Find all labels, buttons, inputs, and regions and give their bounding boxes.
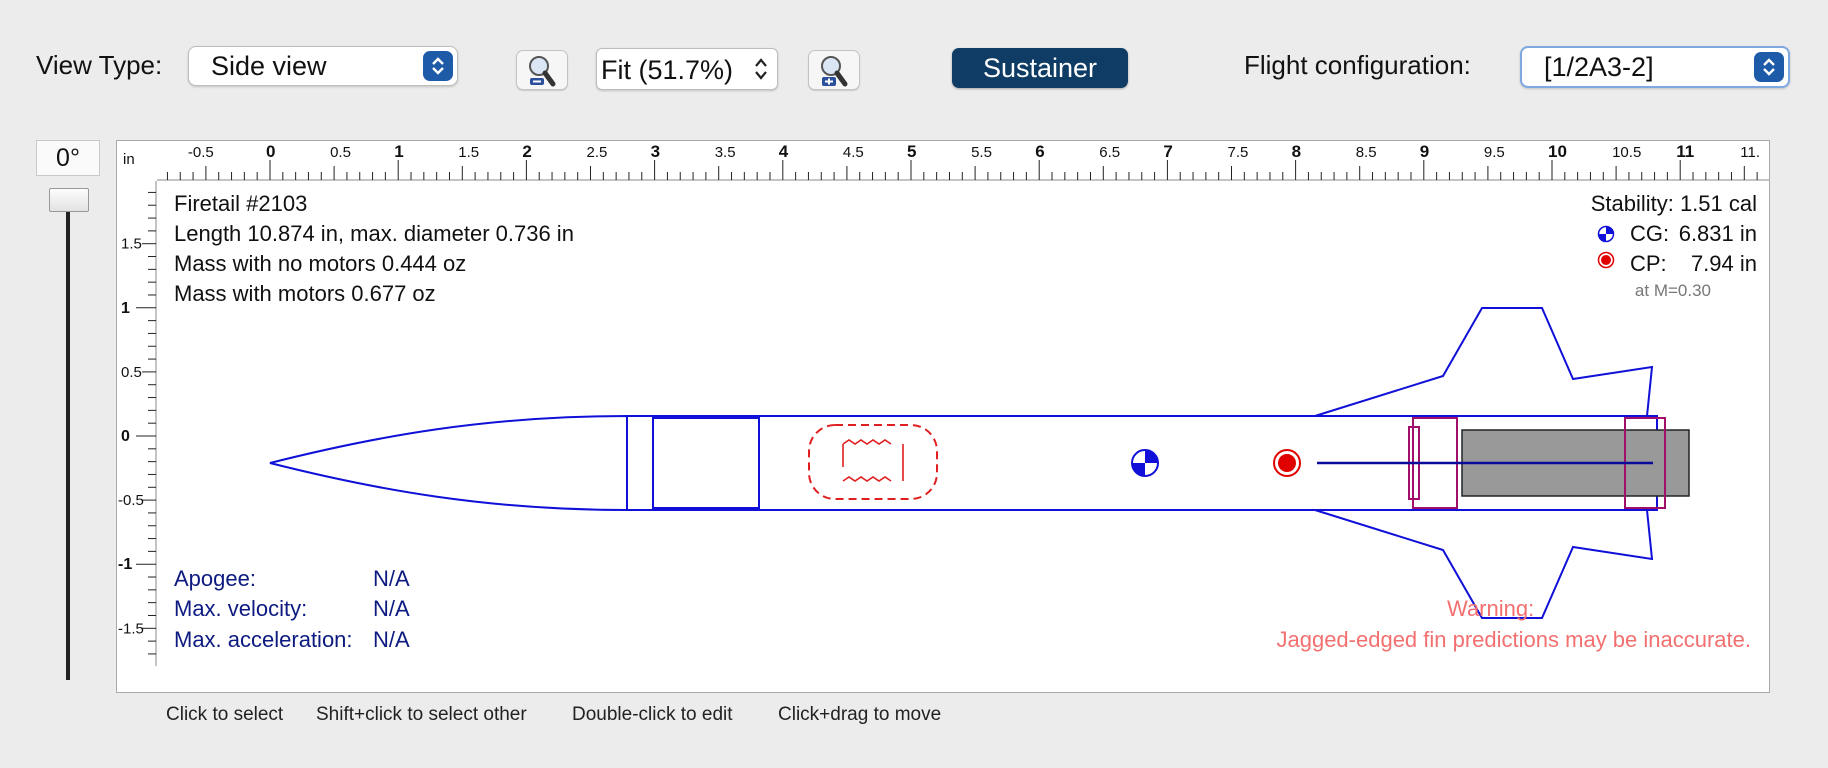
ruler-x-label: 7 (1163, 142, 1172, 161)
max-velocity-label: Max. velocity: (174, 596, 308, 621)
parachute-folds (842, 439, 904, 482)
ruler-x-label: 0 (266, 142, 275, 161)
ruler-x-label: 10.5 (1612, 144, 1641, 161)
ruler-x-label: -0.5 (188, 144, 214, 161)
nose-cone (269, 414, 628, 512)
mass-no-motors: Mass with no motors 0.444 oz (174, 251, 467, 276)
ruler-y-label: 1 (121, 300, 130, 317)
zoom-in-button[interactable] (808, 50, 860, 90)
ruler-x-label: 3.5 (715, 144, 736, 161)
sustainer-button[interactable]: Sustainer (952, 48, 1128, 88)
cg-legend-icon (1597, 225, 1615, 248)
rocket-canvas[interactable]: Firetail #2103 Length 10.874 in, max. di… (157, 181, 1769, 666)
ruler-x-label: 4.5 (843, 144, 864, 161)
flight-config-value: [1/2A3-2] (1544, 52, 1654, 82)
rotation-slider-track[interactable] (66, 196, 70, 680)
view-type-value: Side view (211, 51, 327, 81)
ruler-x-label: 9 (1420, 142, 1429, 161)
ruler-x-label: 9.5 (1484, 144, 1505, 161)
ruler-x-label: 11 (1676, 142, 1694, 161)
view-type-select[interactable]: Side view (188, 46, 458, 86)
rotation-slider-thumb[interactable] (49, 188, 89, 212)
horizontal-ruler: -0.5 0 0.5 1 1.5 2 2.5 3 3.5 4 4.5 5 5.5 6 6.5 7 7.5 8 8.5… (157, 142, 1769, 181)
ruler-x-label: 7.5 (1228, 144, 1249, 161)
cg-value: 6.831 in (1678, 221, 1757, 246)
zoom-value: Fit (51.7%) (601, 55, 734, 85)
bulkhead (652, 417, 760, 509)
cp-legend-icon (1597, 251, 1615, 274)
zoom-in-icon (821, 56, 848, 87)
hint-click-drag: Click+drag to move (778, 704, 942, 725)
ruler-y-label: 1.5 (121, 236, 142, 253)
max-acceleration-label: Max. acceleration: (174, 627, 353, 652)
cp-marker (1273, 449, 1301, 477)
warning-title: Warning: (1447, 596, 1535, 621)
hint-click-select: Click to select (166, 704, 284, 725)
apogee-value: N/A (373, 566, 410, 591)
cp-value: 7.94 in (1690, 251, 1757, 276)
hint-shift-click: Shift+click to select other (316, 704, 527, 725)
upper-fin (1314, 307, 1654, 417)
ruler-x-label: 0.5 (330, 144, 351, 161)
stepper-arrows-icon (753, 55, 769, 90)
mach-value: at M=0.30 (1634, 281, 1711, 300)
ruler-y-label: 0 (121, 428, 130, 445)
ruler-x-label: 5 (907, 142, 916, 161)
ruler-x-label: 8 (1292, 142, 1301, 161)
ruler-x-label: 1 (394, 142, 403, 161)
flight-config-label: Flight configuration: (1244, 50, 1471, 80)
vertical-ruler: 1.5 1 0.5 0 -0.5 -1 -1.5 (118, 181, 157, 666)
apogee-label: Apogee: (174, 566, 256, 591)
ruler-x-label: 3 (651, 142, 660, 161)
view-type-label: View Type: (36, 50, 163, 80)
cg-marker (1131, 449, 1159, 477)
ruler-y-label: 0.5 (121, 364, 142, 381)
zoom-out-icon (529, 56, 556, 87)
cg-label: CG: (1630, 221, 1670, 246)
length-info: Length 10.874 in, max. diameter 0.736 in (174, 221, 574, 246)
ruler-x-label: 6 (1035, 142, 1044, 161)
ruler-x-label: 11. (1740, 144, 1760, 161)
hint-double-click: Double-click to edit (572, 704, 733, 725)
zoom-out-button[interactable] (516, 50, 568, 90)
mass-with-motors: Mass with motors 0.677 oz (174, 281, 436, 306)
updown-arrows-icon (1754, 52, 1784, 82)
rocket-name: Firetail #2103 (174, 191, 308, 216)
flight-config-select[interactable]: [1/2A3-2] (1520, 46, 1790, 88)
cp-label: CP: (1630, 251, 1667, 276)
ruler-y-label: -0.5 (118, 492, 144, 509)
ruler-x-label: 6.5 (1099, 144, 1120, 161)
max-acceleration-value: N/A (373, 627, 410, 652)
parachute (808, 424, 938, 500)
ruler-x-label: 2 (522, 142, 531, 161)
ruler-unit-label: in (123, 151, 135, 168)
ruler-y-label: -1.5 (118, 620, 144, 637)
rocket-figure-panel: in -0.5 0 0.5 1 1.5 2 2.5 3 3.5 4 4.5 5 5.5 6 6.5 7 7.5 8… (116, 140, 1770, 693)
ruler-x-label: 5.5 (971, 144, 992, 161)
updown-arrows-icon (423, 51, 453, 81)
zoom-select[interactable]: Fit (51.7%) (596, 48, 778, 90)
ruler-x-label: 10 (1548, 142, 1567, 161)
max-velocity-value: N/A (373, 596, 410, 621)
stability-value: Stability: 1.51 cal (1590, 191, 1757, 216)
warning-message: Jagged-edged fin predictions may be inac… (1276, 627, 1751, 652)
ruler-y-label: -1 (118, 556, 132, 573)
ruler-x-label: 1.5 (458, 144, 479, 161)
ruler-x-label: 8.5 (1356, 144, 1377, 161)
rotation-label: 0° (36, 140, 100, 176)
ruler-x-label: 4 (779, 142, 789, 161)
ruler-x-label: 2.5 (587, 144, 608, 161)
